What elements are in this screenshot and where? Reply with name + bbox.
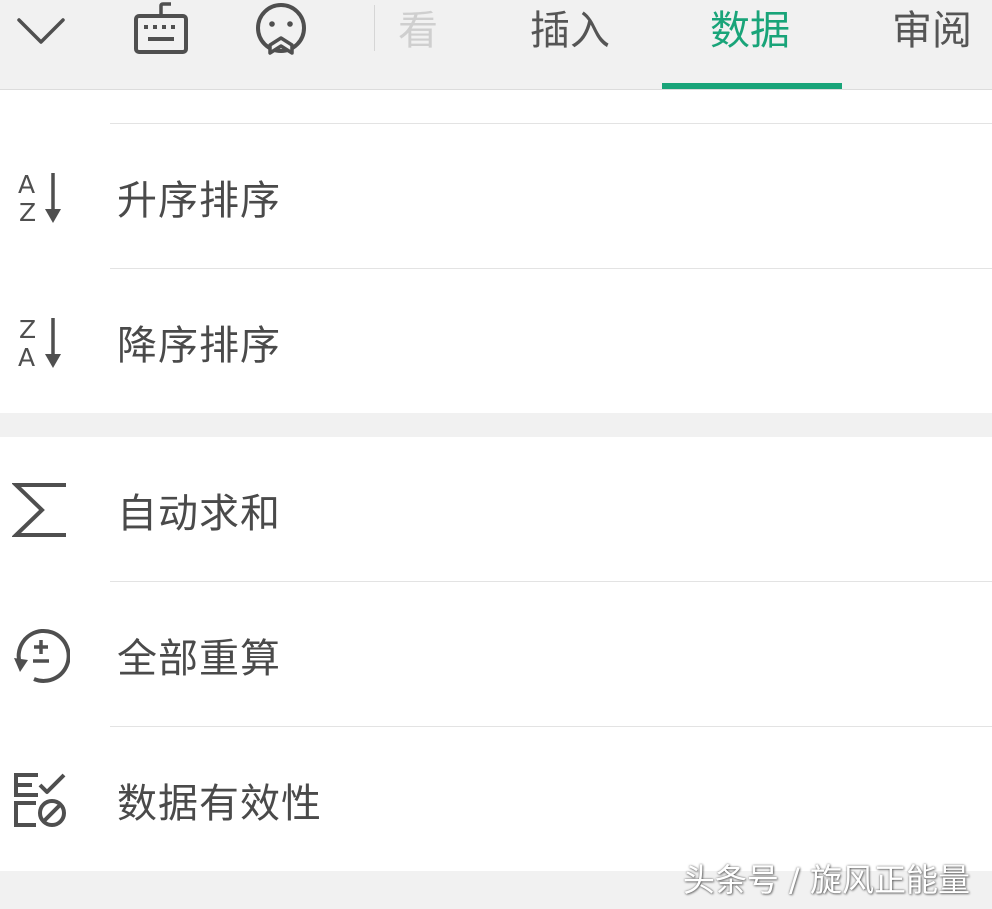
menu-group-calc: 自动求和 全部重算 数据有效性 (0, 437, 992, 871)
menu-item-label: 全部重算 (117, 635, 281, 682)
tab-insert[interactable]: 插入 (530, 0, 610, 62)
sort-descending-item[interactable]: Z A 降序排序 (0, 269, 992, 414)
sort-ascending-icon: A Z (12, 168, 70, 226)
svg-text:Z: Z (19, 198, 36, 225)
svg-text:A: A (18, 170, 35, 199)
auto-sum-item[interactable]: 自动求和 (0, 437, 992, 582)
data-validation-item[interactable]: 数据有效性 (0, 727, 992, 872)
emoji-icon[interactable] (248, 0, 314, 60)
svg-text:Z: Z (19, 315, 36, 344)
svg-text:A: A (18, 343, 35, 370)
menu-item-label: 自动求和 (117, 490, 281, 537)
group-separator (0, 413, 992, 437)
menu-item-label: 数据有效性 (117, 780, 322, 827)
chevron-down-icon[interactable] (10, 0, 72, 60)
sort-ascending-item[interactable]: A Z 升序排序 (0, 124, 992, 269)
menu-item-label: 升序排序 (117, 177, 281, 224)
tab-data[interactable]: 数据 (710, 0, 790, 62)
watermark-text: 头条号 / 旋风正能量 (682, 861, 970, 899)
ribbon-toolbar: 看 插入 数据 审阅 (0, 0, 992, 90)
active-tab-indicator (662, 83, 842, 89)
keyboard-icon[interactable] (128, 0, 194, 60)
menu-group-sort: A Z 升序排序 Z A 降序排序 (0, 91, 992, 413)
recalculate-icon (12, 626, 70, 684)
menu-item-label: 降序排序 (117, 322, 281, 369)
sort-descending-icon: Z A (12, 313, 70, 371)
data-validation-icon (12, 771, 70, 829)
tab-view[interactable]: 看 (398, 0, 438, 62)
toolbar-separator (374, 5, 375, 51)
recalculate-all-item[interactable]: 全部重算 (0, 582, 992, 727)
sum-icon (12, 481, 70, 539)
tab-review[interactable]: 审阅 (892, 0, 972, 62)
